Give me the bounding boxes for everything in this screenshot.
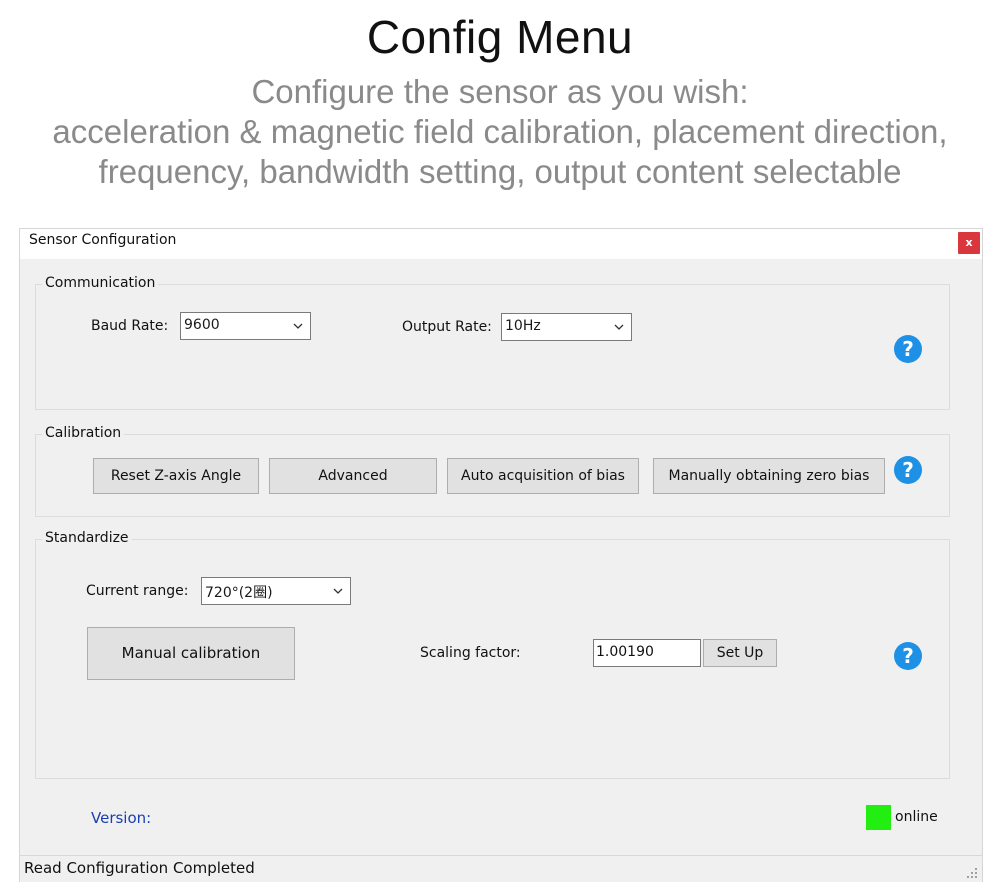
scaling-factor-input[interactable] — [596, 644, 692, 660]
scaling-factor-input-box[interactable] — [593, 639, 701, 667]
subtitle-line-3: frequency, bandwidth setting, output con… — [98, 153, 902, 190]
close-icon: x — [965, 236, 973, 249]
baud-rate-select[interactable]: 9600 — [180, 312, 311, 340]
chevron-down-icon — [293, 323, 303, 329]
standardize-group-label: Standardize — [42, 530, 132, 546]
online-status-label: online — [895, 809, 938, 825]
window-title: Sensor Configuration — [29, 232, 177, 248]
status-bar: Read Configuration Completed — [20, 855, 982, 882]
output-rate-value: 10Hz — [505, 318, 541, 334]
resize-grip-icon[interactable] — [966, 867, 978, 879]
window-titlebar[interactable]: Sensor Configuration x — [20, 229, 982, 259]
status-text: Read Configuration Completed — [24, 859, 255, 877]
communication-help-icon[interactable]: ? — [894, 335, 922, 363]
output-rate-select[interactable]: 10Hz — [501, 313, 632, 341]
chevron-down-icon — [333, 588, 343, 594]
baud-rate-label: Baud Rate: — [91, 318, 169, 334]
calibration-group-label: Calibration — [42, 425, 125, 441]
close-button[interactable]: x — [958, 232, 980, 254]
online-status-indicator — [866, 805, 891, 830]
current-range-label: Current range: — [86, 583, 189, 599]
standardize-help-icon[interactable]: ? — [894, 642, 922, 670]
current-range-select[interactable]: 720°(2圈) — [201, 577, 351, 605]
reset-z-axis-angle-button[interactable]: Reset Z-axis Angle — [93, 458, 259, 494]
set-up-button[interactable]: Set Up — [703, 639, 777, 667]
output-rate-label: Output Rate: — [402, 319, 492, 335]
subtitle-line-2: acceleration & magnetic field calibratio… — [52, 113, 948, 150]
version-label: Version: — [91, 809, 152, 827]
scaling-factor-label: Scaling factor: — [420, 645, 521, 661]
chevron-down-icon — [614, 324, 624, 330]
current-range-value: 720°(2圈) — [205, 585, 273, 601]
communication-group — [35, 284, 950, 410]
manually-obtaining-zero-bias-button[interactable]: Manually obtaining zero bias — [653, 458, 885, 494]
calibration-help-icon[interactable]: ? — [894, 456, 922, 484]
baud-rate-value: 9600 — [184, 317, 220, 333]
subtitle-line-1: Configure the sensor as you wish: — [251, 73, 749, 110]
advanced-button[interactable]: Advanced — [269, 458, 437, 494]
auto-acquisition-of-bias-button[interactable]: Auto acquisition of bias — [447, 458, 639, 494]
manual-calibration-button[interactable]: Manual calibration — [87, 627, 295, 680]
page-title: Config Menu — [366, 11, 634, 63]
communication-group-label: Communication — [42, 275, 159, 291]
sensor-configuration-window: Sensor Configuration x Communication Bau… — [19, 228, 983, 882]
